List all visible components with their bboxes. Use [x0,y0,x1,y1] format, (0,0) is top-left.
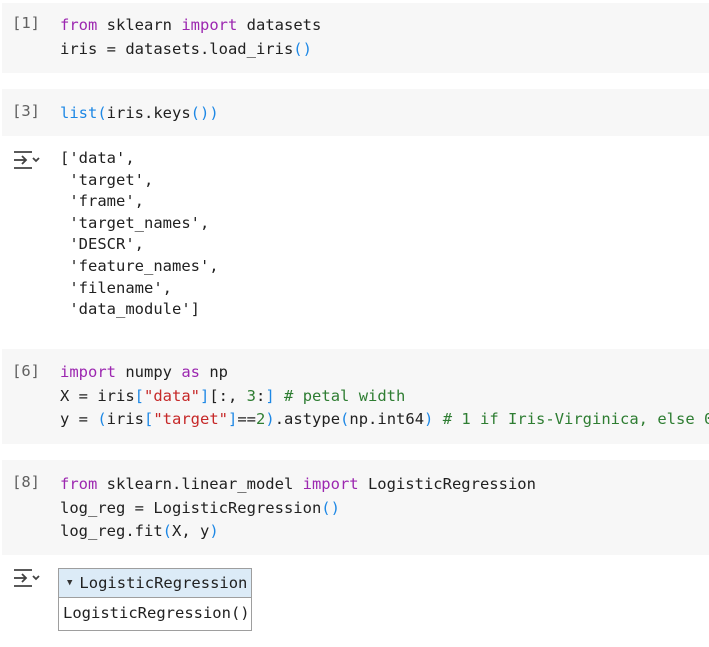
code-token: [ [134,386,144,405]
code-token: ] [265,386,275,405]
code-token: "target" [153,410,228,428]
output-line: 'target', [60,170,154,189]
code-token: iris = datasets.load_iris [60,39,294,58]
code-line: X = iris["data"][:, 3:] # petal width [60,385,709,409]
output-line: 'DESCR', [60,235,144,254]
output-line: 'frame', [60,192,144,211]
output-toggle-icon[interactable] [12,566,40,590]
code-token: () [321,498,340,517]
code-token: .astype [274,410,341,428]
code-token: sklearn.linear_model [97,475,303,493]
code-editor[interactable]: from sklearn.linear_model import Logisti… [60,473,536,544]
code-token: from [60,16,98,34]
code-token: ) [209,522,219,540]
code-token: iris [106,410,144,428]
code-token: np.int64 [349,410,425,428]
code-token: LogisticRegression [358,475,536,493]
code-token: == [237,410,257,428]
code-token: ( [340,410,350,428]
code-token: X, y [172,522,210,540]
code-token: sklearn [97,16,182,34]
code-token: ()) [190,104,219,122]
output-line: 'feature_names', [60,256,219,275]
output-line: ['data', [60,149,135,167]
code-editor[interactable]: list(iris.keys()) [60,102,219,126]
code-token: # 1 if Iris-Virginica, else 0 [433,410,709,428]
code-token: ) [424,410,434,428]
cell-prompt: [1] [12,14,40,32]
code-token: from [60,475,98,493]
code-token: import [181,16,238,34]
cell-prompt: [6] [12,362,40,380]
code-token: import [60,363,116,381]
code-editor[interactable]: import numpy as np X = iris["data"][:, 3:… [60,361,709,432]
code-line: import numpy as np [60,361,709,385]
code-token: 2 [256,410,266,428]
cell-prompt: [8] [12,473,40,491]
code-token: () [293,39,312,58]
code-token: 3 [246,386,257,405]
code-line: from sklearn import datasets [60,14,321,38]
output-line: 'filename', [60,278,172,297]
code-token: ] [228,410,238,428]
triangle-down-icon[interactable]: ▼ [67,578,72,588]
code-token: ] [200,386,210,405]
code-token: import [302,475,359,493]
code-token: X = iris [60,386,135,405]
code-token: y = [60,410,98,428]
cell-output: ['data', 'target', 'frame', 'target_name… [60,148,219,321]
code-token: ( [97,410,107,428]
code-token: log_reg.fit [60,522,163,540]
estimator-title: LogisticRegression [79,574,248,592]
estimator-body: LogisticRegression() [63,604,250,622]
code-line: list(iris.keys()) [60,102,219,126]
output-toggle-icon[interactable] [12,148,40,172]
code-token: "data" [144,386,200,405]
code-token: log_reg = LogisticRegression [60,498,322,517]
output-line: 'target_names', [60,213,210,232]
code-token: # petal width [274,386,406,405]
estimator-display: ▼ LogisticRegression LogisticRegression(… [58,568,252,631]
code-line: y = (iris["target"]==2).astype(np.int64)… [60,408,709,432]
code-token: np [200,363,228,381]
code-token: as [181,363,200,381]
code-token: ( [162,522,172,540]
code-line: iris = datasets.load_iris() [60,38,321,62]
code-line: log_reg = LogisticRegression() [60,497,536,521]
code-token: [:, [209,386,247,405]
code-token: iris.keys [106,104,191,122]
estimator-header[interactable]: ▼ LogisticRegression [59,569,251,598]
code-editor[interactable]: from sklearn import datasets iris = datas… [60,14,321,61]
code-token: ) [265,410,275,428]
code-token: datasets [237,16,322,34]
code-token: ( [97,104,107,122]
code-line: from sklearn.linear_model import Logisti… [60,473,536,497]
output-line: 'data_module'] [60,300,200,319]
code-token: [ [144,410,154,428]
code-line: log_reg.fit(X, y) [60,520,536,544]
code-token: : [256,386,266,405]
code-token: list [60,104,98,122]
code-token: numpy [116,363,182,381]
cell-prompt: [3] [12,102,40,120]
